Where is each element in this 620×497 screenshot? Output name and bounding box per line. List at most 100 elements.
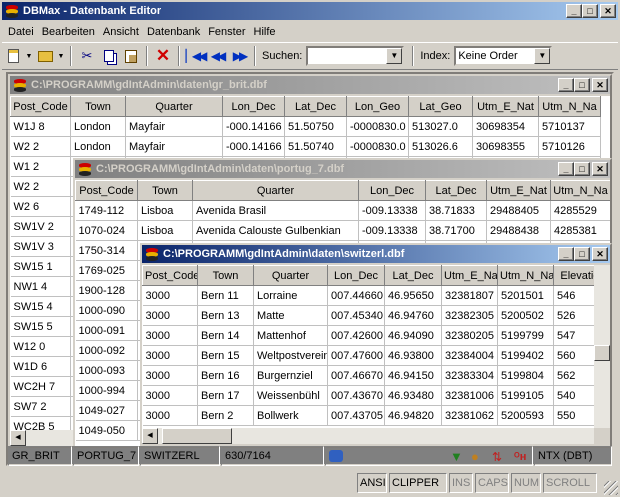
table-cell[interactable]: 1000-090: [75, 300, 138, 321]
table-cell[interactable]: 546: [553, 285, 594, 306]
resize-grip-icon[interactable]: [604, 481, 618, 495]
sort-icon[interactable]: ⇅: [492, 448, 502, 465]
table-row[interactable]: 1749-112 Lisboa Avenida Brasil -009.13338 38…: [75, 200, 610, 221]
table-cell[interactable]: Lisboa: [137, 200, 193, 221]
open-folder-icon[interactable]: [34, 45, 56, 67]
column-header[interactable]: Utm_N_Na: [497, 265, 554, 286]
table-cell[interactable]: 29488438: [486, 220, 551, 241]
table-row[interactable]: W2 2 London Mayfair -000.14166 51.50740 -0000…: [10, 136, 601, 157]
window-titlebar[interactable]: C:\PROGRAMM\gdIntAdmin\daten\switzerl.db…: [142, 245, 610, 263]
table-cell[interactable]: SW15 1: [10, 256, 71, 277]
table-cell[interactable]: 29488405: [486, 200, 551, 221]
search-combo[interactable]: ▼: [306, 46, 405, 66]
table-cell[interactable]: 526: [553, 305, 594, 326]
menu-datei[interactable]: Datei: [4, 26, 38, 38]
close-button[interactable]: ✕: [600, 4, 616, 18]
table-cell[interactable]: 3000: [142, 345, 198, 366]
table-cell[interactable]: Weissenbühl: [253, 385, 328, 406]
table-cell[interactable]: Avenida Calouste Gulbenkian: [192, 220, 359, 241]
table-cell[interactable]: 3000: [142, 305, 198, 326]
column-header[interactable]: Town: [70, 96, 126, 117]
table-cell[interactable]: 007.43705: [327, 405, 385, 426]
table-cell[interactable]: 51.50750: [284, 116, 347, 137]
table-cell[interactable]: 32382305: [441, 305, 498, 326]
table-cell[interactable]: 560: [553, 345, 594, 366]
table-cell[interactable]: 46.94820: [384, 405, 442, 426]
table-cell[interactable]: W1 2: [10, 156, 71, 177]
table-cell[interactable]: Lorraine: [253, 285, 328, 306]
maximize-button[interactable]: □: [574, 162, 590, 176]
column-header[interactable]: Lon_Dec: [358, 180, 426, 201]
column-header[interactable]: Lat_Geo: [408, 96, 473, 117]
table-cell[interactable]: 007.46670: [327, 365, 385, 386]
new-file-icon[interactable]: [2, 45, 24, 67]
table-cell[interactable]: 32381062: [441, 405, 498, 426]
minimize-button[interactable]: _: [558, 162, 574, 176]
column-header[interactable]: Lat_Dec: [384, 265, 442, 286]
table-cell[interactable]: 5201501: [497, 285, 554, 306]
table-row[interactable]: 3000 Bern 13 Matte 007.45340 46.94760 3238230…: [142, 305, 594, 326]
table-cell[interactable]: 1000-093: [75, 360, 138, 381]
column-header[interactable]: Elevation: [553, 265, 594, 286]
column-header[interactable]: Lon_Dec: [222, 96, 285, 117]
table-cell[interactable]: 4285381: [550, 220, 610, 241]
close-button[interactable]: ✕: [592, 162, 608, 176]
window-switzerl[interactable]: C:\PROGRAMM\gdIntAdmin\daten\switzerl.db…: [140, 243, 612, 448]
table-cell[interactable]: London: [70, 116, 126, 137]
table-cell[interactable]: 1749-112: [75, 200, 138, 221]
user-icon[interactable]: ●: [471, 448, 479, 465]
column-header[interactable]: Post_Code: [142, 265, 198, 286]
column-header[interactable]: Town: [197, 265, 254, 286]
table-cell[interactable]: 5200593: [497, 405, 554, 426]
table-cell[interactable]: 1000-091: [75, 320, 138, 341]
table-cell[interactable]: Weltpostverein: [253, 345, 328, 366]
table-cell[interactable]: Bern 15: [197, 345, 254, 366]
close-button[interactable]: ✕: [592, 78, 608, 92]
table-row[interactable]: 3000 Bern 2 Bollwerk 007.43705 46.94820 32381…: [142, 405, 594, 426]
column-header[interactable]: Utm_E_Nat: [486, 180, 551, 201]
table-cell[interactable]: 32381807: [441, 285, 498, 306]
table-cell[interactable]: 3000: [142, 285, 198, 306]
table-cell[interactable]: 513027.0: [408, 116, 473, 137]
table-cell[interactable]: NW1 4: [10, 276, 71, 297]
table-cell[interactable]: 32381006: [441, 385, 498, 406]
column-header[interactable]: Post_Code: [75, 180, 138, 201]
table-cell[interactable]: 562: [553, 365, 594, 386]
table-cell[interactable]: 1750-314: [75, 240, 138, 261]
table-cell[interactable]: 1000-092: [75, 340, 138, 361]
table-cell[interactable]: 007.43670: [327, 385, 385, 406]
table-cell[interactable]: 007.44660: [327, 285, 385, 306]
table-cell[interactable]: SW15 4: [10, 296, 71, 317]
table-cell[interactable]: 51.50740: [284, 136, 347, 157]
scroll-thumb[interactable]: [162, 428, 232, 444]
table-cell[interactable]: 38.71700: [425, 220, 487, 241]
chevron-down-icon[interactable]: ▼: [386, 48, 403, 64]
table-cell[interactable]: 3000: [142, 325, 198, 346]
first-record-icon[interactable]: ▏◀◀: [184, 45, 208, 67]
table-cell[interactable]: 5710137: [538, 116, 601, 137]
index-select[interactable]: Keine Order ▼: [454, 46, 553, 66]
table-cell[interactable]: 550: [553, 405, 594, 426]
table-row[interactable]: 3000 Bern 14 Mattenhof 007.42600 46.94090 323…: [142, 325, 594, 346]
table-cell[interactable]: 46.95650: [384, 285, 442, 306]
minimize-button[interactable]: _: [558, 78, 574, 92]
table-cell[interactable]: 1049-027: [75, 400, 138, 421]
relation-icon[interactable]: ᴼʜ: [514, 448, 526, 465]
table-cell[interactable]: 38.71833: [425, 200, 487, 221]
horizontal-scrollbar[interactable]: ◀: [142, 428, 594, 444]
window-titlebar[interactable]: C:\PROGRAMM\gdIntAdmin\daten\gr_brit.dbf…: [10, 76, 610, 94]
scroll-left-icon[interactable]: ◀: [10, 430, 26, 446]
table-cell[interactable]: SW1V 2: [10, 216, 71, 237]
table-cell[interactable]: W1D 6: [10, 356, 71, 377]
table-cell[interactable]: Lisboa: [137, 220, 193, 241]
table-cell[interactable]: Bern 16: [197, 365, 254, 386]
table-cell[interactable]: Bern 2: [197, 405, 254, 426]
column-header[interactable]: Post_Code: [10, 96, 71, 117]
chevron-down-icon[interactable]: ▼: [534, 48, 551, 64]
column-header[interactable]: Utm_N_Na: [550, 180, 610, 201]
table-cell[interactable]: 007.45340: [327, 305, 385, 326]
table-cell[interactable]: 5199105: [497, 385, 554, 406]
table-cell[interactable]: 1000-994: [75, 380, 138, 401]
scroll-left-icon[interactable]: ◀: [142, 428, 158, 444]
menu-bearbeiten[interactable]: Bearbeiten: [38, 26, 99, 38]
